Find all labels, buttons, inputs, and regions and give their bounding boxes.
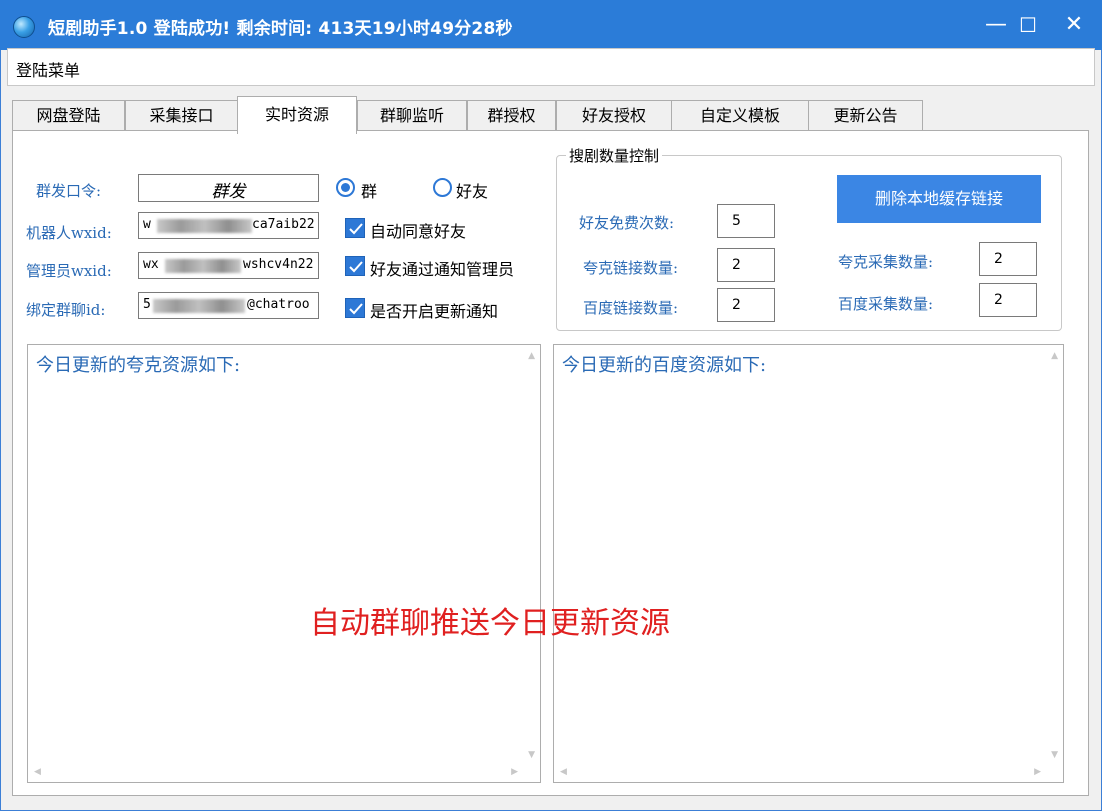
scroll-left-arrow-icon[interactable]: ◀	[560, 767, 567, 777]
scroll-up-arrow-icon[interactable]: ▲	[528, 351, 535, 361]
free-times-label: 好友免费次数:	[579, 214, 675, 232]
redacted-blur	[165, 259, 241, 273]
tab-update-notice[interactable]: 更新公告	[808, 100, 923, 131]
scroll-up-arrow-icon[interactable]: ▲	[1051, 351, 1058, 361]
overlay-caption: 自动群聊推送今日更新资源	[310, 606, 670, 641]
robot-wxid-suffix: ca7aib22	[252, 217, 315, 232]
group-title: 搜剧数量控制	[566, 145, 663, 166]
baidu-links-label: 百度链接数量:	[583, 299, 679, 317]
redacted-blur	[157, 219, 252, 233]
app-globe-icon	[13, 16, 35, 38]
tab-netdisk-login[interactable]: 网盘登陆	[12, 100, 125, 131]
update-notice-label: 是否开启更新通知	[370, 302, 499, 321]
delete-cache-button[interactable]: 删除本地缓存链接	[837, 175, 1041, 223]
robot-wxid-label: 机器人wxid:	[26, 224, 112, 242]
menu-bar: 登陆菜单	[7, 48, 1095, 86]
group-id-prefix: 5	[143, 297, 151, 312]
group-id-suffix: @chatroo	[247, 297, 310, 312]
admin-wxid-suffix: wshcv4n22	[243, 257, 314, 272]
quark-resources-textarea[interactable]: 今日更新的夸克资源如下: ▲ ▼ ◀ ▶	[27, 344, 541, 783]
baidu-collect-label: 百度采集数量:	[838, 295, 934, 313]
command-label: 群发口令:	[36, 182, 102, 200]
close-button[interactable]: ✕	[1054, 8, 1094, 42]
scroll-down-arrow-icon[interactable]: ▼	[1051, 750, 1058, 760]
tab-realtime-resources[interactable]: 实时资源	[237, 96, 357, 134]
window-title: 短剧助手1.0 登陆成功! 剩余时间: 413天19小时49分28秒	[48, 19, 513, 39]
auto-agree-label: 自动同意好友	[370, 222, 467, 241]
scroll-right-arrow-icon[interactable]: ▶	[1034, 767, 1041, 777]
redacted-blur	[153, 299, 245, 313]
quark-links-input[interactable]: 2	[717, 248, 775, 282]
scroll-left-arrow-icon[interactable]: ◀	[34, 767, 41, 777]
menu-item-login[interactable]: 登陆菜单	[16, 57, 80, 81]
radio-friend[interactable]	[433, 178, 452, 197]
tab-custom-template[interactable]: 自定义模板	[671, 100, 809, 131]
scroll-down-arrow-icon[interactable]: ▼	[528, 750, 535, 760]
quark-collect-label: 夸克采集数量:	[838, 253, 934, 271]
tab-friend-auth[interactable]: 好友授权	[556, 100, 672, 131]
baidu-links-input[interactable]: 2	[717, 288, 775, 322]
maximize-button[interactable]: ☐	[1008, 8, 1048, 42]
tab-collect-api[interactable]: 采集接口	[125, 100, 238, 131]
quark-resources-text: 今日更新的夸克资源如下:	[36, 355, 241, 376]
title-bar[interactable]: 短剧助手1.0 登陆成功! 剩余时间: 413天19小时49分28秒 — ☐ ✕	[0, 0, 1102, 50]
auto-agree-checkbox[interactable]	[345, 218, 365, 238]
group-id-input[interactable]: 5 @chatroo	[138, 292, 319, 319]
baidu-resources-textarea[interactable]: 今日更新的百度资源如下: ▲ ▼ ◀ ▶	[553, 344, 1064, 783]
admin-wxid-input[interactable]: wx wshcv4n22	[138, 252, 319, 279]
tab-group-monitor[interactable]: 群聊监听	[357, 100, 467, 131]
tab-group-auth[interactable]: 群授权	[467, 100, 556, 131]
command-input[interactable]: 群发	[138, 174, 319, 202]
group-id-label: 绑定群聊id:	[26, 301, 106, 319]
notify-admin-label: 好友通过通知管理员	[370, 260, 515, 279]
update-notice-checkbox[interactable]	[345, 298, 365, 318]
quark-links-label: 夸克链接数量:	[583, 259, 679, 277]
radio-friend-label: 好友	[456, 182, 489, 201]
admin-wxid-label: 管理员wxid:	[26, 262, 112, 280]
baidu-resources-text: 今日更新的百度资源如下:	[562, 355, 767, 376]
baidu-collect-input[interactable]: 2	[979, 283, 1037, 317]
robot-wxid-prefix: w	[143, 217, 151, 232]
radio-group[interactable]	[336, 178, 355, 197]
notify-admin-checkbox[interactable]	[345, 256, 365, 276]
admin-wxid-prefix: wx	[143, 257, 159, 272]
scroll-right-arrow-icon[interactable]: ▶	[511, 767, 518, 777]
robot-wxid-input[interactable]: w ca7aib22	[138, 212, 319, 239]
radio-group-label: 群	[361, 182, 378, 201]
quark-collect-input[interactable]: 2	[979, 242, 1037, 276]
free-times-input[interactable]: 5	[717, 204, 775, 238]
